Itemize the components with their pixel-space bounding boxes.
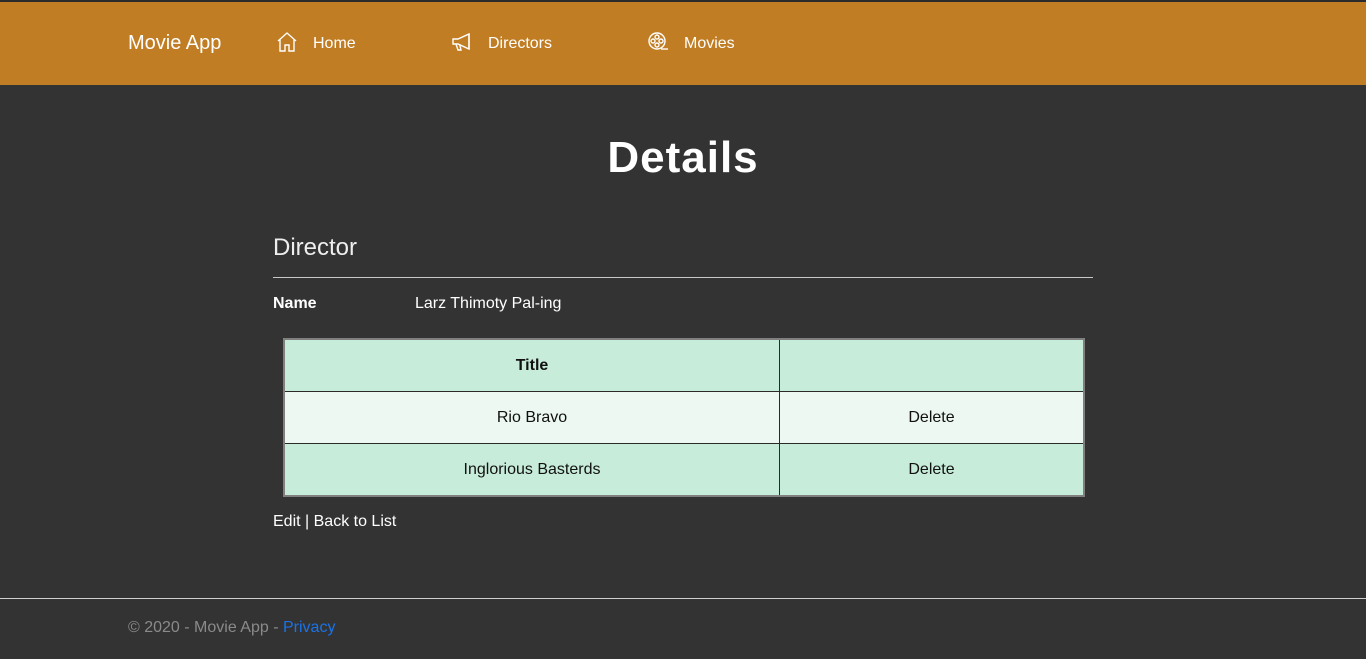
movie-title-cell: Rio Bravo xyxy=(283,391,780,444)
table-header-row: Title xyxy=(283,338,1085,392)
nav-item-home[interactable]: Home xyxy=(275,30,356,59)
navbar: Movie App Home Directors Movies xyxy=(0,2,1366,85)
movies-table: Title Rio Bravo Delete Inglorious Baster… xyxy=(283,338,1085,497)
field-label-name: Name xyxy=(273,295,317,312)
film-reel-icon xyxy=(646,30,684,59)
delete-link[interactable]: Delete xyxy=(779,443,1085,497)
nav-item-directors[interactable]: Directors xyxy=(450,32,552,56)
table-row: Inglorious Basterds Delete xyxy=(283,443,1085,497)
link-separator: | xyxy=(300,513,314,530)
home-icon xyxy=(275,30,313,59)
nav-item-label: Directors xyxy=(488,35,553,52)
column-header-actions xyxy=(779,338,1085,392)
megaphone-icon xyxy=(450,30,488,59)
nav-item-label: Movies xyxy=(684,35,735,52)
footer: © 2020 - Movie App - Privacy xyxy=(128,619,335,637)
back-to-list-link[interactable]: Back to List xyxy=(314,513,397,530)
privacy-link[interactable]: Privacy xyxy=(283,619,335,636)
nav-item-label: Home xyxy=(313,35,356,52)
section-heading: Director xyxy=(273,234,358,261)
action-links: Edit | Back to List xyxy=(273,513,396,531)
section-divider xyxy=(273,277,1093,278)
brand-link[interactable]: Movie App xyxy=(128,32,221,55)
table-row: Rio Bravo Delete xyxy=(283,391,1085,444)
footer-copyright: © 2020 - Movie App - xyxy=(128,619,283,636)
footer-divider xyxy=(0,598,1366,599)
column-header-title: Title xyxy=(283,338,780,392)
movie-title-cell: Inglorious Basterds xyxy=(283,443,780,497)
edit-link[interactable]: Edit xyxy=(273,513,301,530)
page-title: Details xyxy=(607,133,759,182)
delete-link[interactable]: Delete xyxy=(779,391,1085,444)
field-value-name: Larz Thimoty Pal-ing xyxy=(415,295,562,312)
nav-item-movies[interactable]: Movies xyxy=(646,30,735,59)
